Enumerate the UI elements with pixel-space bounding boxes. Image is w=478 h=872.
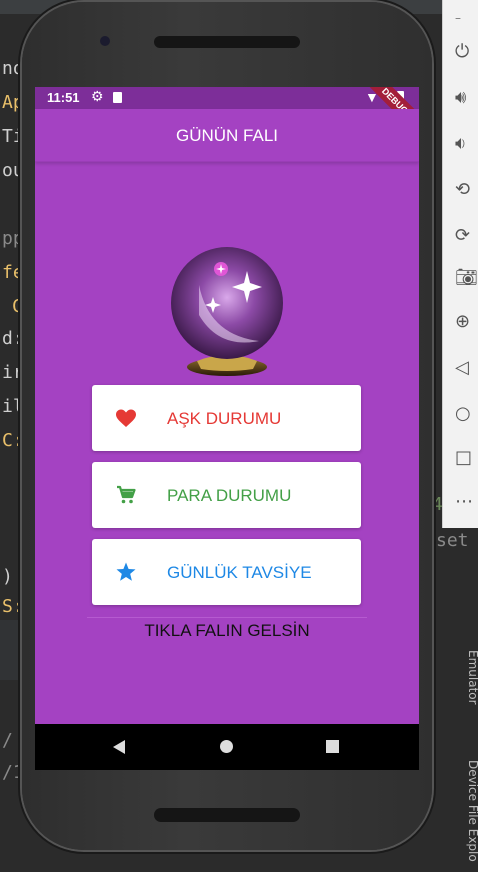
sd-card-icon <box>113 92 122 103</box>
overview-icon[interactable]: □ <box>455 446 478 470</box>
code-line: S: <box>2 596 24 617</box>
code-line: C: <box>2 430 24 451</box>
code-line: / <box>2 730 13 751</box>
gear-icon: ⚙ <box>91 88 104 104</box>
minimize-icon[interactable]: – <box>455 6 478 30</box>
nav-back-icon[interactable] <box>113 740 125 754</box>
footer-text: TIKLA FALIN GELSİN <box>144 621 310 640</box>
daily-advice-button[interactable]: GÜNLÜK TAVSİYE <box>92 539 361 605</box>
love-status-button[interactable]: AŞK DURUMU <box>92 385 361 451</box>
rotate-right-icon[interactable]: ⟳ <box>455 224 478 248</box>
page-title: GÜNÜN FALI <box>175 126 279 145</box>
code-line: ir <box>2 362 24 383</box>
code-line: il <box>2 396 24 417</box>
code-line: ) <box>2 566 13 587</box>
power-icon[interactable]: ⏻ <box>455 40 478 64</box>
status-time: 11:51 <box>47 90 80 105</box>
emulator-toolbar: – ⏻ 🔊︎ 🔉︎ ⟲ ⟳ 📷︎ ⊕ ◁ ○ □ ⋯ <box>442 0 478 528</box>
code-line: Ti <box>2 126 24 147</box>
star-icon <box>116 562 136 581</box>
code-line: ou <box>2 160 24 181</box>
volume-up-icon[interactable]: 🔊︎ <box>455 86 478 110</box>
device-file-explorer-tab-label[interactable]: Device File Explo <box>466 760 478 862</box>
nav-home-icon[interactable] <box>220 740 233 753</box>
nav-recents-icon[interactable] <box>326 740 339 753</box>
more-icon[interactable]: ⋯ <box>455 490 478 514</box>
daily-advice-label: GÜNLÜK TAVSİYE <box>167 563 312 582</box>
home-icon[interactable]: ○ <box>455 402 478 426</box>
code-line: fe <box>2 262 24 283</box>
divider <box>87 617 367 618</box>
money-status-label: PARA DURUMU <box>167 486 292 505</box>
code-line: d: <box>2 328 24 349</box>
bottom-speaker <box>154 808 300 822</box>
rotate-left-icon[interactable]: ⟲ <box>455 178 478 202</box>
code-line: no <box>2 58 24 79</box>
earpiece-speaker <box>154 36 300 48</box>
zoom-icon[interactable]: ⊕ <box>455 310 478 334</box>
shopping-cart-icon <box>117 485 136 504</box>
status-bar: 11:51 ⚙ ▼ <box>35 87 419 109</box>
back-icon[interactable]: ◁ <box>455 356 478 380</box>
code-line: pp <box>2 228 24 249</box>
crystal-ball-icon <box>171 247 283 376</box>
front-camera <box>100 36 110 46</box>
camera-icon[interactable]: 📷︎ <box>455 266 478 290</box>
love-status-label: AŞK DURUMU <box>167 409 282 428</box>
emulator-tab-label[interactable]: Emulator <box>466 650 478 705</box>
app-screen: 11:51 ⚙ ▼ DEBUG GÜNÜN FALI AŞK DURUMU PA… <box>35 87 419 770</box>
navigation-bar <box>35 724 419 770</box>
code-line: set <box>436 530 469 551</box>
code-line: Ap <box>2 92 24 113</box>
app-bar: GÜNÜN FALI <box>35 109 419 162</box>
heart-icon <box>116 409 136 427</box>
money-status-button[interactable]: PARA DURUMU <box>92 462 361 528</box>
volume-down-icon[interactable]: 🔉︎ <box>455 132 478 156</box>
